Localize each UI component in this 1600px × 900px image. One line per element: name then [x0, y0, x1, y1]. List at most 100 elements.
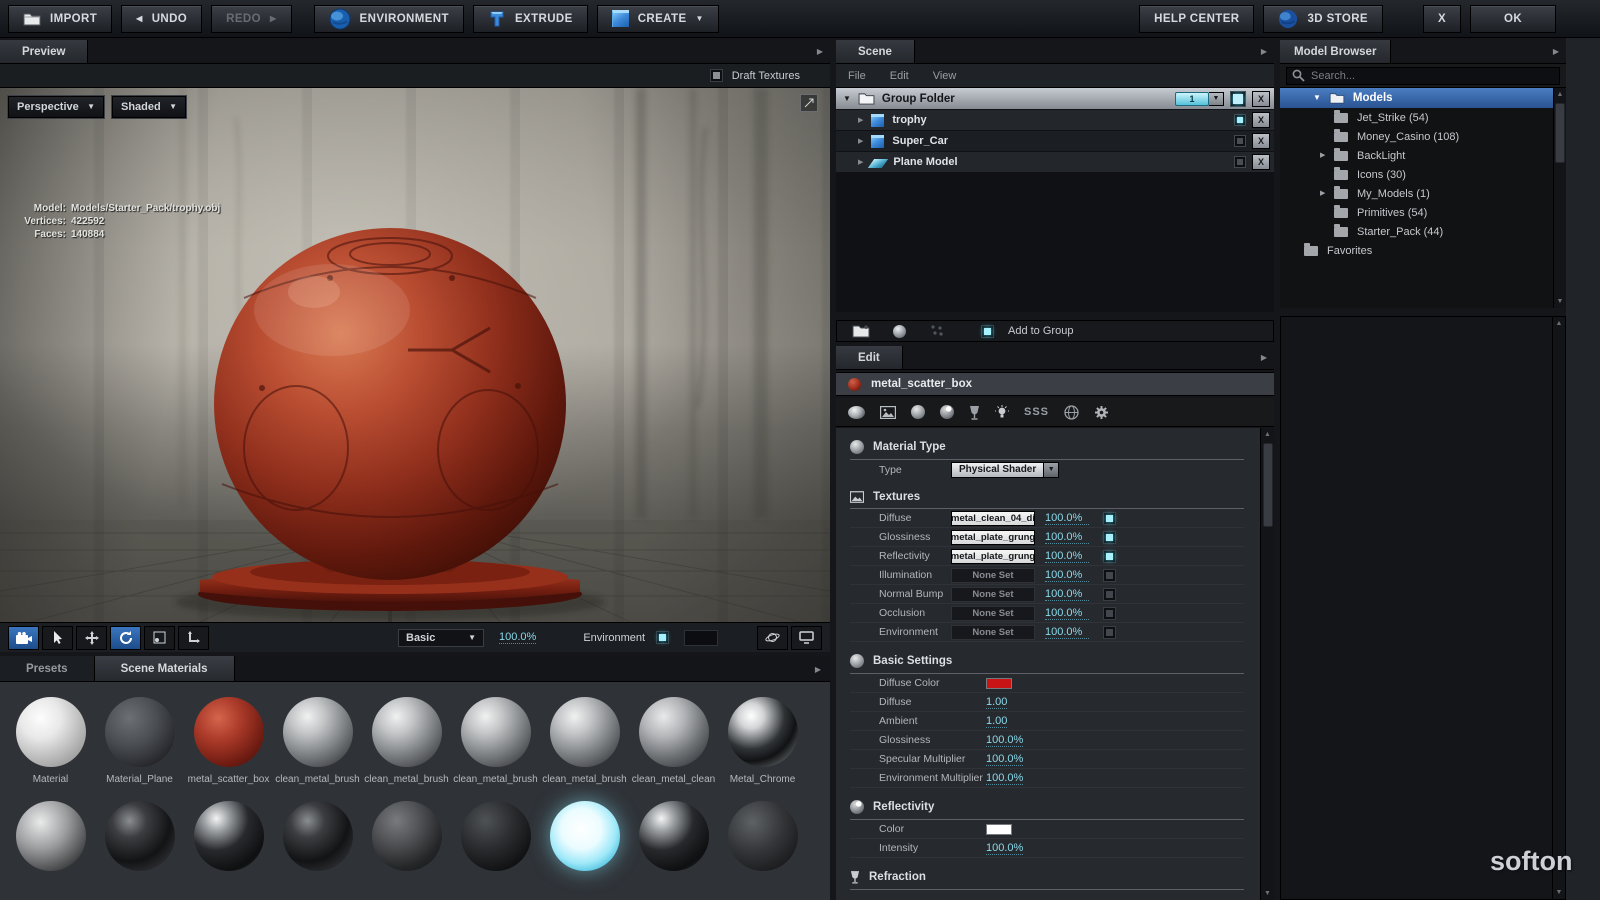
material-sphere[interactable]	[461, 697, 531, 767]
material-item[interactable]: metal_scatter_box	[184, 697, 273, 785]
material-sphere[interactable]	[194, 801, 264, 871]
menu-item[interactable]: Edit	[890, 70, 909, 82]
tab-edit[interactable]: Edit	[836, 346, 903, 369]
material-item[interactable]: clean_metal_brush	[451, 697, 540, 785]
select-tool-button[interactable]	[42, 626, 73, 650]
scroll-thumb[interactable]	[1263, 443, 1273, 527]
expand-arrow-icon[interactable]: ▼	[1313, 94, 1321, 102]
refraction-glass-icon[interactable]	[969, 405, 980, 420]
material-sphere[interactable]	[105, 801, 175, 871]
material-item[interactable]	[451, 801, 540, 878]
model-browser-item[interactable]: ▶ My_Models (1)	[1280, 184, 1566, 203]
texture-map-button[interactable]: None Set	[951, 606, 1035, 621]
material-sphere-icon[interactable]	[887, 322, 911, 340]
material-item[interactable]: Metal_Chrome	[718, 697, 807, 785]
model-browser-item[interactable]: ▶ BackLight	[1280, 146, 1566, 165]
add-to-group-checkbox[interactable]	[981, 325, 994, 338]
scroll-down-icon[interactable]: ▼	[1553, 886, 1565, 899]
scroll-up-icon[interactable]: ▲	[1553, 317, 1565, 330]
help-center-button[interactable]: HELP CENTER	[1139, 5, 1254, 33]
visibility-checkbox[interactable]	[1234, 135, 1246, 147]
draft-textures-checkbox[interactable]	[710, 69, 723, 82]
store-button[interactable]: 3D STORE	[1263, 5, 1383, 33]
material-item[interactable]	[273, 801, 362, 878]
expand-arrow-icon[interactable]: ▶	[1320, 152, 1334, 159]
panel-collapse-icon[interactable]: ▶	[1254, 346, 1274, 369]
environment-checkbox[interactable]	[656, 631, 669, 644]
setting-value-link[interactable]: 1.00	[986, 696, 1007, 709]
results-scrollbar[interactable]: ▲ ▼	[1552, 317, 1565, 899]
zoom-level-link[interactable]: 100.0%	[499, 631, 536, 644]
orbit-icon-button[interactable]	[757, 626, 788, 650]
material-sphere[interactable]	[639, 697, 709, 767]
material-sphere[interactable]	[194, 697, 264, 767]
import-button[interactable]: IMPORT	[8, 5, 112, 33]
panel-collapse-icon[interactable]: ▶	[806, 656, 830, 682]
material-item[interactable]	[362, 801, 451, 878]
panel-collapse-icon[interactable]: ▶	[1546, 40, 1566, 63]
material-item[interactable]: clean_metal_brush	[540, 697, 629, 785]
models-root-row[interactable]: ▼ Models	[1280, 88, 1553, 108]
scroll-up-icon[interactable]: ▲	[1261, 428, 1274, 441]
tab-scene[interactable]: Scene	[836, 40, 915, 63]
model-browser-item[interactable]: ▶ Icons (30)	[1280, 165, 1566, 184]
visibility-checkbox[interactable]	[1234, 114, 1246, 126]
material-item[interactable]	[95, 801, 184, 878]
undo-button[interactable]: ◀ UNDO	[121, 5, 202, 33]
axis-tool-button[interactable]	[178, 626, 209, 650]
material-sphere[interactable]	[372, 697, 442, 767]
texture-amount-link[interactable]: 100.0%	[1045, 588, 1089, 601]
environment-color-swatch[interactable]	[684, 630, 718, 646]
material-item[interactable]: clean_metal_brush	[273, 697, 362, 785]
environment-sphere-icon[interactable]	[1064, 405, 1079, 420]
menu-item[interactable]: File	[848, 70, 866, 82]
texture-map-button[interactable]: metal_clean_04_di	[951, 511, 1035, 526]
textures-image-icon[interactable]	[880, 406, 896, 419]
expand-arrow-icon[interactable]: ▶	[858, 159, 863, 166]
group-visibility-toggle[interactable]	[1230, 91, 1246, 107]
shader-type-dropdown[interactable]: Physical Shader ▼	[951, 462, 1059, 478]
setting-value-link[interactable]: 1.00	[986, 715, 1007, 728]
texture-amount-link[interactable]: 100.0%	[1045, 512, 1089, 525]
texture-enable-checkbox[interactable]	[1103, 626, 1116, 639]
materials-tab[interactable]: Scene Materials	[95, 656, 235, 681]
rotate-tool-button[interactable]	[110, 626, 141, 650]
material-sphere[interactable]	[728, 801, 798, 871]
material-item[interactable]: Material	[6, 697, 95, 785]
setting-value-link[interactable]: 100.0%	[986, 842, 1023, 855]
material-sphere[interactable]	[372, 801, 442, 871]
color-swatch[interactable]	[986, 824, 1012, 835]
material-item[interactable]	[718, 801, 807, 878]
material-sphere[interactable]	[639, 801, 709, 871]
model-browser-scrollbar[interactable]: ▲ ▼	[1553, 88, 1566, 308]
expand-arrow-icon[interactable]: ▼	[843, 95, 851, 103]
scroll-down-icon[interactable]: ▼	[1554, 295, 1566, 308]
camera-tool-button[interactable]	[8, 626, 39, 650]
reflectivity-sphere-icon[interactable]	[940, 405, 954, 419]
material-sphere[interactable]	[16, 801, 86, 871]
material-sphere[interactable]	[283, 801, 353, 871]
texture-amount-link[interactable]: 100.0%	[1045, 626, 1089, 639]
redo-button[interactable]: REDO ▶	[211, 5, 291, 33]
favorites-row[interactable]: Favorites	[1280, 241, 1566, 260]
materials-tab[interactable]: Presets	[0, 656, 95, 681]
panel-collapse-icon[interactable]: ▶	[1254, 40, 1274, 63]
scene-group-row[interactable]: ▼ Group Folder 1 ▼ X	[836, 88, 1274, 109]
texture-map-button[interactable]: metal_plate_grung	[951, 549, 1035, 564]
frame-tool-button[interactable]	[144, 626, 175, 650]
texture-enable-checkbox[interactable]	[1103, 512, 1116, 525]
viewport[interactable]: Perspective ▼ Shaded ▼ Model:Models/Star…	[0, 88, 830, 622]
texture-enable-checkbox[interactable]	[1103, 531, 1116, 544]
new-folder-icon[interactable]	[849, 322, 873, 340]
material-sphere[interactable]	[283, 697, 353, 767]
tab-model-browser[interactable]: Model Browser	[1280, 40, 1391, 63]
visibility-checkbox[interactable]	[1234, 156, 1246, 168]
scatter-icon[interactable]	[925, 322, 949, 340]
cancel-button[interactable]: X	[1423, 5, 1461, 33]
model-browser-item[interactable]: ▶ Jet_Strike (54)	[1280, 108, 1566, 127]
scene-object-row[interactable]: ▶ trophy X	[836, 110, 1274, 130]
setting-value-link[interactable]: 100.0%	[986, 734, 1023, 747]
texture-map-button[interactable]: None Set	[951, 568, 1035, 583]
model-browser-item[interactable]: ▶ Starter_Pack (44)	[1280, 222, 1566, 241]
extrude-button[interactable]: EXTRUDE	[473, 5, 588, 33]
